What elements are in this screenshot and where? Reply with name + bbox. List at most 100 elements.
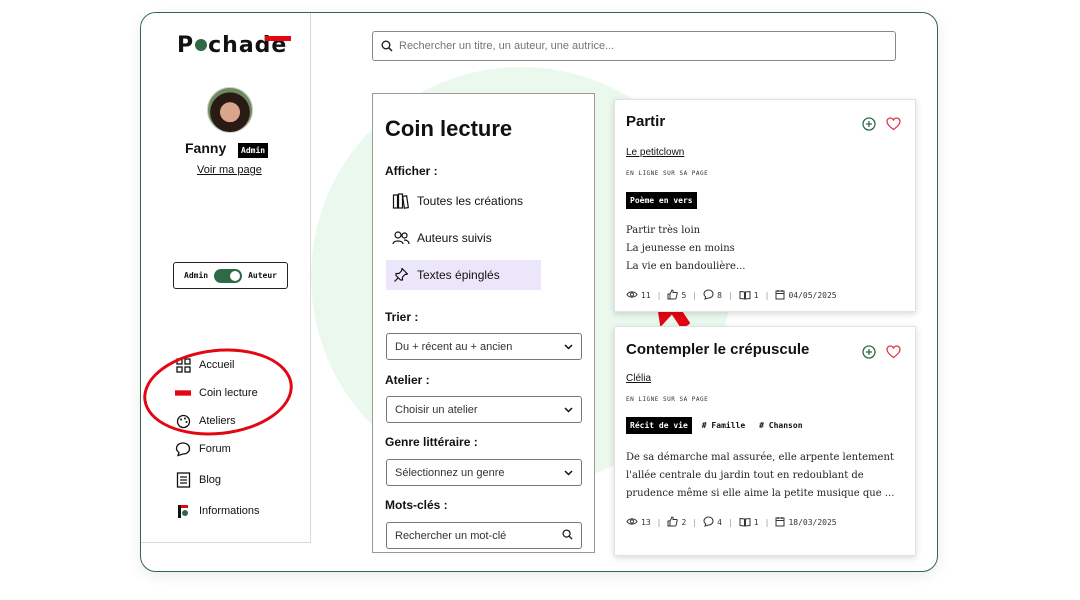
logo[interactable]: Pchade bbox=[177, 33, 292, 58]
reads-count: 1 bbox=[753, 518, 759, 527]
sort-value: Du + récent au + ancien bbox=[395, 340, 513, 353]
genre-select[interactable]: Sélectionnez un genre bbox=[386, 459, 582, 486]
option-label: Toutes les créations bbox=[417, 194, 524, 208]
reads-count: 1 bbox=[753, 291, 759, 300]
atelier-value: Choisir un atelier bbox=[395, 403, 478, 416]
reads-stat: 1 bbox=[739, 290, 759, 302]
comment-icon bbox=[703, 289, 714, 302]
genre-tag[interactable]: Récit de vie bbox=[626, 417, 692, 434]
sort-label: Trier : bbox=[385, 310, 419, 324]
pin-icon bbox=[391, 265, 411, 285]
search-icon bbox=[381, 37, 393, 56]
sidebar-item-label: Blog bbox=[199, 474, 222, 486]
divider: | bbox=[692, 518, 698, 527]
card-stats: 13 | 2 | 4 | 1 | 18/03/2025 bbox=[626, 516, 837, 529]
card-author-link[interactable]: Clélia bbox=[626, 373, 651, 384]
excerpt-line: prudence même si elle aime la petite mus… bbox=[626, 488, 895, 499]
atelier-label: Atelier : bbox=[385, 373, 430, 387]
show-label: Afficher : bbox=[385, 164, 438, 178]
open-book-icon bbox=[739, 517, 751, 529]
card-actions bbox=[862, 116, 901, 135]
views-count: 13 bbox=[641, 518, 651, 527]
genre-value: Sélectionnez un genre bbox=[395, 466, 505, 479]
date-stat: 18/03/2025 bbox=[775, 516, 837, 529]
atelier-select[interactable]: Choisir un atelier bbox=[386, 396, 582, 423]
divider: | bbox=[692, 291, 698, 300]
toggle-switch[interactable] bbox=[214, 268, 243, 283]
card-stats: 11 | 5 | 8 | 1 | 04/05/2025 bbox=[626, 289, 837, 302]
sidebar-item-informations[interactable]: Informations bbox=[175, 500, 260, 522]
divider: | bbox=[656, 518, 662, 527]
date-value: 18/03/2025 bbox=[788, 518, 837, 527]
likes-stat: 2 bbox=[667, 516, 686, 529]
heart-icon[interactable] bbox=[886, 344, 901, 363]
search-input[interactable] bbox=[399, 40, 879, 52]
text-card[interactable]: Contempler le crépuscule Clélia EN LIGNE… bbox=[614, 326, 916, 556]
genre-tag[interactable]: Poème en vers bbox=[626, 192, 697, 209]
sidebar-item-forum[interactable]: Forum bbox=[175, 438, 260, 460]
date-value: 04/05/2025 bbox=[788, 291, 837, 300]
chevron-down-icon bbox=[564, 341, 573, 353]
add-circle-icon[interactable] bbox=[862, 344, 876, 363]
mode-toggle[interactable]: Admin Auteur bbox=[173, 262, 288, 289]
page-title: Coin lecture bbox=[385, 116, 513, 141]
excerpt-line: Partir très loin bbox=[626, 225, 701, 236]
card-actions bbox=[862, 344, 901, 363]
views-stat: 13 bbox=[626, 517, 651, 528]
main-content: Coin lecture Afficher : Toutes les créat… bbox=[311, 13, 937, 571]
comments-count: 4 bbox=[717, 518, 722, 527]
views-stat: 11 bbox=[626, 290, 651, 301]
search-bar[interactable] bbox=[372, 31, 896, 61]
excerpt-line: La jeunesse en moins bbox=[626, 243, 735, 254]
divider: | bbox=[656, 291, 662, 300]
chevron-down-icon bbox=[564, 404, 573, 416]
calendar-icon bbox=[775, 289, 785, 302]
chevron-down-icon bbox=[564, 467, 573, 479]
mode-toggle-left-label: Admin bbox=[184, 271, 209, 280]
filter-all-creations[interactable]: Toutes les créations bbox=[386, 186, 541, 216]
card-excerpt: Partir très loin La jeunesse en moins La… bbox=[626, 222, 908, 276]
info-logo-icon bbox=[175, 503, 191, 519]
keywords-field[interactable]: Rechercher un mot-clé bbox=[386, 522, 582, 549]
comments-stat: 4 bbox=[703, 516, 722, 529]
excerpt-line: l'allée centrale du jardin tout en redou… bbox=[626, 470, 864, 481]
sidebar-item-label: Forum bbox=[199, 443, 231, 455]
sidebar-item-blog[interactable]: Blog bbox=[175, 469, 260, 491]
heart-icon[interactable] bbox=[886, 116, 901, 135]
card-tags: Récit de vie # Famille # Chanson bbox=[626, 417, 807, 434]
thumbs-up-icon bbox=[667, 289, 679, 302]
eye-icon bbox=[626, 517, 638, 528]
divider: | bbox=[764, 518, 770, 527]
option-label: Auteurs suivis bbox=[417, 231, 492, 245]
avatar[interactable] bbox=[207, 87, 253, 133]
reads-stat: 1 bbox=[739, 517, 759, 529]
filter-pinned-texts[interactable]: Textes épinglés bbox=[386, 260, 541, 290]
card-tags: Poème en vers bbox=[626, 192, 697, 209]
option-label: Textes épinglés bbox=[417, 268, 500, 282]
views-count: 11 bbox=[641, 291, 651, 300]
open-book-icon bbox=[739, 290, 751, 302]
likes-count: 2 bbox=[681, 518, 687, 527]
sidebar: Pchade Fanny Admin Voir ma page Admin Au… bbox=[141, 13, 311, 543]
card-status: EN LIGNE SUR SA PAGE bbox=[626, 170, 709, 177]
card-title[interactable]: Contempler le crépuscule bbox=[626, 341, 809, 358]
keywords-input[interactable]: Rechercher un mot-clé bbox=[395, 530, 506, 542]
keyword-tag[interactable]: # Famille bbox=[698, 417, 749, 434]
sidebar-item-label: Informations bbox=[199, 505, 260, 517]
view-profile-link[interactable]: Voir ma page bbox=[197, 164, 262, 176]
search-icon bbox=[562, 528, 573, 543]
filter-followed-authors[interactable]: Auteurs suivis bbox=[386, 223, 541, 253]
books-icon bbox=[391, 191, 411, 211]
card-excerpt: De sa démarche mal assurée, elle arpente… bbox=[626, 449, 908, 503]
card-author-link[interactable]: Le petitclown bbox=[626, 147, 684, 158]
keyword-tag[interactable]: # Chanson bbox=[755, 417, 806, 434]
mode-toggle-right-label: Auteur bbox=[248, 271, 277, 280]
add-circle-icon[interactable] bbox=[862, 116, 876, 135]
card-title[interactable]: Partir bbox=[626, 113, 665, 130]
genre-label: Genre littéraire : bbox=[385, 435, 478, 449]
likes-stat: 5 bbox=[667, 289, 686, 302]
text-card[interactable]: Partir Le petitclown EN LIGNE SUR SA PAG… bbox=[614, 99, 916, 312]
sort-select[interactable]: Du + récent au + ancien bbox=[386, 333, 582, 360]
calendar-icon bbox=[775, 516, 785, 529]
comment-icon bbox=[703, 516, 714, 529]
